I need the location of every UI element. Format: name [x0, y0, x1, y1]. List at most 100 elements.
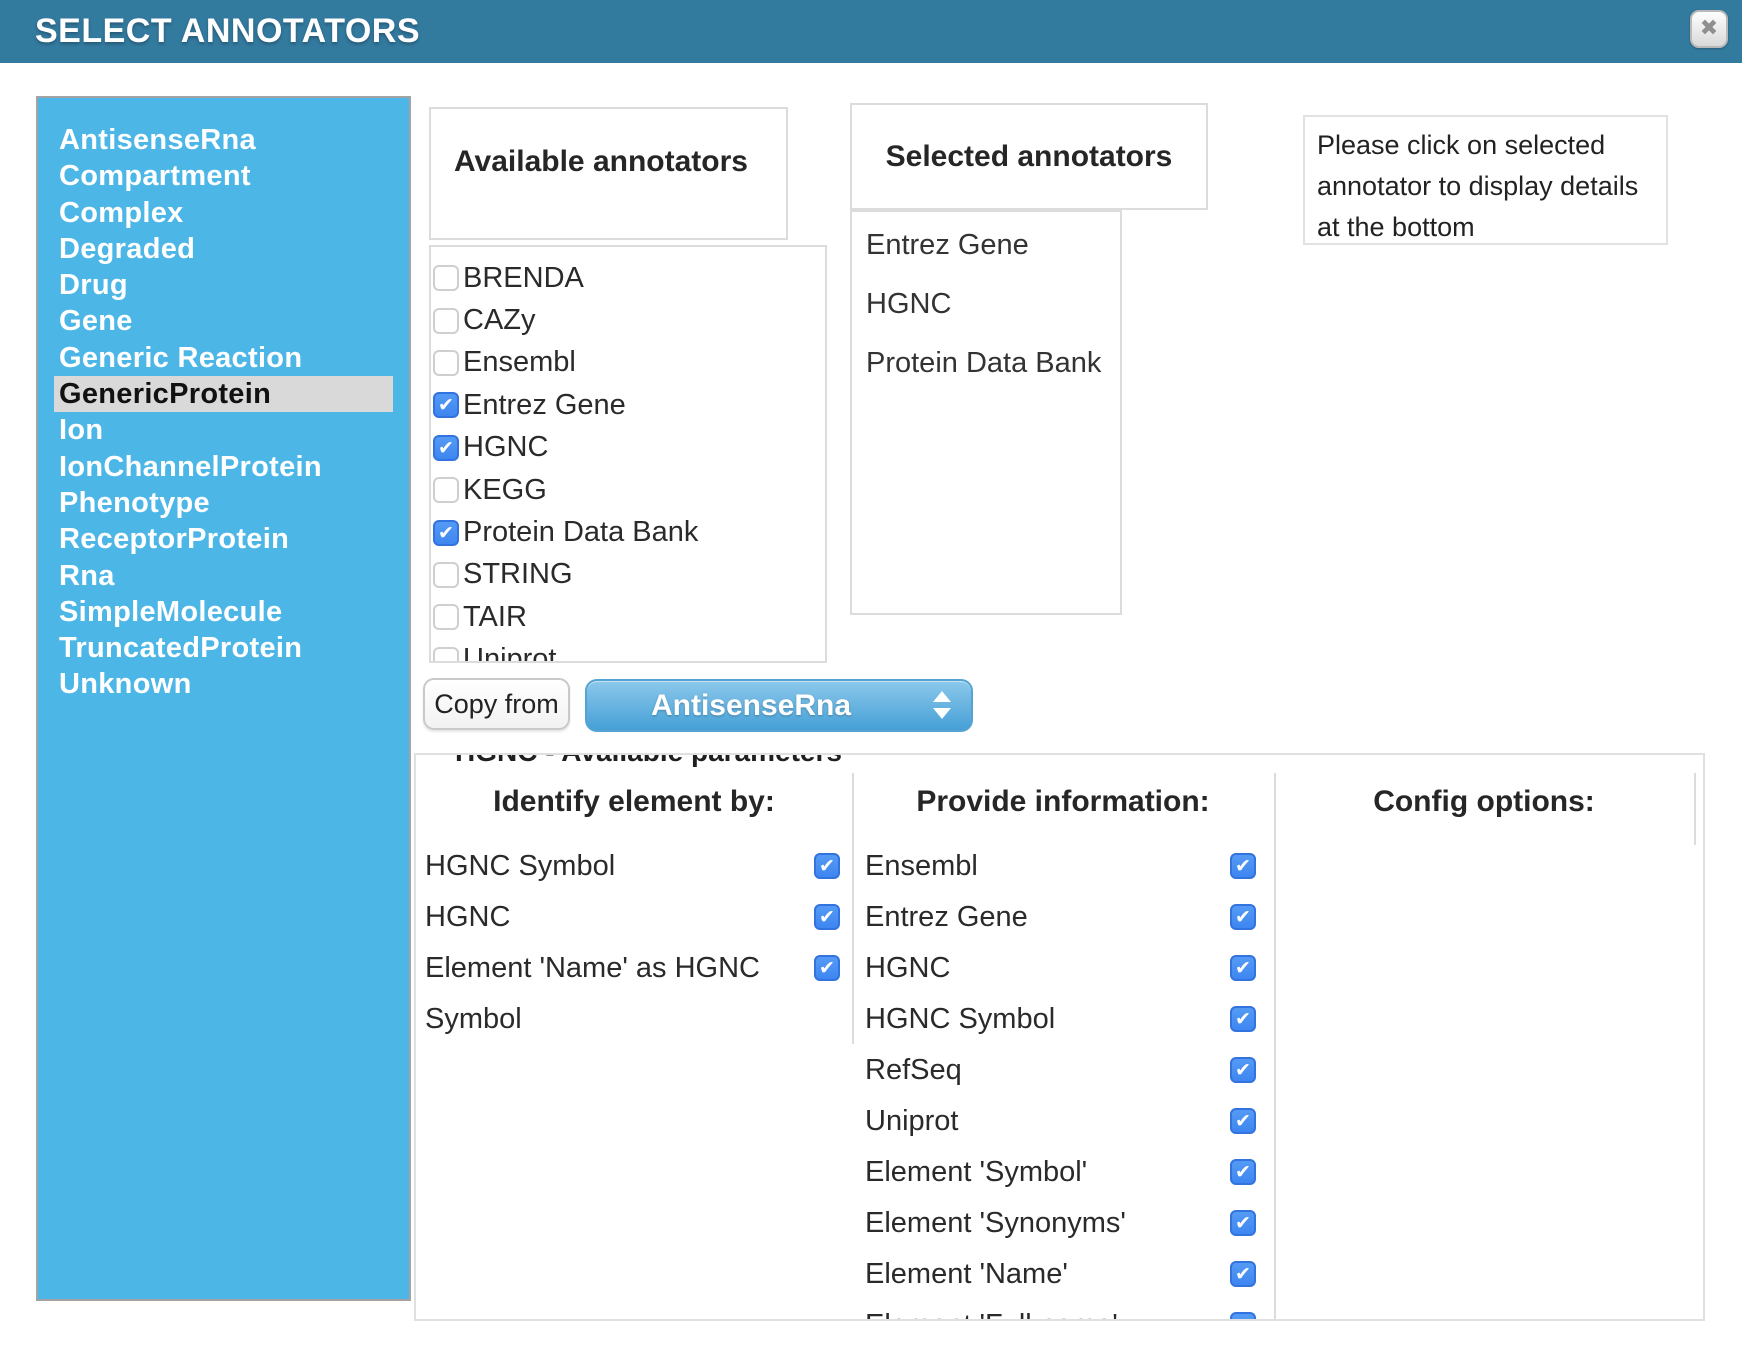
- parameter-checkbox[interactable]: ✔: [1230, 1108, 1256, 1134]
- check-icon: ✔: [1235, 1110, 1251, 1132]
- annotator-checkbox[interactable]: ✔: [433, 520, 459, 546]
- parameter-row: Element 'Synonyms' ✔: [852, 1198, 1274, 1249]
- parameter-checkbox[interactable]: ✔: [1230, 1159, 1256, 1185]
- parameter-label: HGNC Symbol: [852, 994, 1274, 1045]
- arrow-up-icon: [933, 691, 951, 702]
- parameter-label: Ensembl: [852, 841, 1274, 892]
- sidebar-item[interactable]: ReceptorProtein: [54, 521, 393, 557]
- parameter-checkbox[interactable]: ✔: [1230, 1006, 1256, 1032]
- available-annotator-row: ✔ Entrez Gene: [433, 384, 825, 426]
- annotator-checkbox[interactable]: ✔: [433, 604, 459, 630]
- close-button[interactable]: ✖: [1690, 10, 1728, 48]
- selected-annotator-item[interactable]: Entrez Gene: [866, 216, 1120, 275]
- check-icon: ✔: [1235, 1059, 1251, 1081]
- parameter-label: Element 'Name': [852, 1249, 1274, 1300]
- parameter-checkbox[interactable]: ✔: [1230, 955, 1256, 981]
- copy-source-select[interactable]: AntisenseRna: [585, 679, 973, 732]
- sidebar-item[interactable]: Gene: [54, 303, 393, 339]
- parameter-row: RefSeq ✔: [852, 1045, 1274, 1096]
- sidebar-item[interactable]: IonChannelProtein: [54, 449, 393, 485]
- annotator-label: Uniprot: [463, 643, 557, 663]
- column-divider: [1694, 773, 1696, 845]
- parameter-label: HGNC: [852, 943, 1274, 994]
- sidebar-item[interactable]: TruncatedProtein: [54, 630, 393, 666]
- provide-parameters: Ensembl ✔ Entrez Gene ✔ HGNC ✔ HGNC: [852, 841, 1274, 1321]
- parameter-checkbox[interactable]: ✔: [1230, 853, 1256, 879]
- parameter-row: Ensembl ✔: [852, 841, 1274, 892]
- copy-from-button[interactable]: Copy from: [423, 678, 570, 730]
- identify-column-header: Identify element by:: [416, 785, 852, 819]
- parameter-checkbox[interactable]: ✔: [814, 955, 840, 981]
- available-annotator-row: ✔ HGNC: [433, 427, 825, 469]
- parameter-row: HGNC ✔: [416, 892, 852, 943]
- sidebar-item[interactable]: Degraded: [54, 231, 393, 267]
- sidebar-item[interactable]: Ion: [54, 412, 393, 448]
- parameter-row: Uniprot ✔: [852, 1096, 1274, 1147]
- copy-source-value: AntisenseRna: [587, 681, 915, 731]
- available-annotator-row: ✔ STRING: [433, 554, 825, 596]
- annotator-checkbox[interactable]: ✔: [433, 435, 459, 461]
- selected-annotator-item[interactable]: HGNC: [866, 275, 1120, 334]
- sidebar-item[interactable]: Complex: [54, 195, 393, 231]
- sidebar-item[interactable]: Unknown: [54, 666, 393, 702]
- parameter-row: Element 'Name' ✔: [852, 1249, 1274, 1300]
- check-icon: ✔: [1235, 1161, 1251, 1183]
- annotator-checkbox[interactable]: ✔: [433, 308, 459, 334]
- parameter-label: Uniprot: [852, 1096, 1274, 1147]
- parameter-label: RefSeq: [852, 1045, 1274, 1096]
- available-annotator-row: ✔ CAZy: [433, 299, 825, 341]
- parameter-checkbox[interactable]: ✔: [1230, 1312, 1256, 1321]
- available-annotators-title: Available annotators: [429, 107, 788, 240]
- fieldset-legend: HGNC - Available parameters: [442, 753, 855, 768]
- parameter-row: Element 'Symbol' ✔: [852, 1147, 1274, 1198]
- annotator-checkbox[interactable]: ✔: [433, 350, 459, 376]
- parameter-label: Element 'Full name': [852, 1300, 1274, 1321]
- available-annotator-row: ✔ TAIR: [433, 596, 825, 638]
- sidebar-item[interactable]: Generic Reaction: [54, 340, 393, 376]
- parameter-checkbox[interactable]: ✔: [814, 853, 840, 879]
- parameter-checkbox[interactable]: ✔: [1230, 1261, 1256, 1287]
- annotator-checkbox[interactable]: ✔: [433, 265, 459, 291]
- check-icon: ✔: [1235, 906, 1251, 928]
- check-icon: ✔: [1235, 1212, 1251, 1234]
- sidebar-item[interactable]: AntisenseRna: [54, 122, 393, 158]
- annotator-checkbox[interactable]: ✔: [433, 562, 459, 588]
- parameter-checkbox[interactable]: ✔: [1230, 1057, 1256, 1083]
- annotator-checkbox[interactable]: ✔: [433, 392, 459, 418]
- dialog-title: SELECT ANNOTATORS: [35, 0, 420, 63]
- identify-parameters: HGNC Symbol ✔ HGNC ✔ Element 'Name' as H…: [416, 841, 852, 1045]
- selected-annotator-item[interactable]: Protein Data Bank: [866, 334, 1120, 393]
- sidebar-item[interactable]: GenericProtein: [54, 376, 393, 412]
- annotator-checkbox[interactable]: ✔: [433, 477, 459, 503]
- sidebar-item[interactable]: Drug: [54, 267, 393, 303]
- parameter-row: HGNC ✔: [852, 943, 1274, 994]
- annotator-label: CAZy: [463, 304, 536, 337]
- parameter-label: HGNC: [416, 892, 786, 943]
- element-type-list: AntisenseRna Compartment Complex Degrade…: [54, 122, 393, 703]
- sidebar-item[interactable]: Compartment: [54, 158, 393, 194]
- select-arrows-icon: [933, 691, 953, 719]
- parameter-checkbox[interactable]: ✔: [1230, 1210, 1256, 1236]
- sidebar-item[interactable]: Rna: [54, 558, 393, 594]
- available-annotator-row: ✔ BRENDA: [433, 257, 825, 299]
- annotator-label: Protein Data Bank: [463, 516, 698, 549]
- check-icon: ✔: [438, 394, 454, 416]
- check-icon: ✔: [1235, 1008, 1251, 1030]
- annotator-checkbox[interactable]: ✔: [433, 647, 459, 663]
- check-icon: ✔: [1235, 957, 1251, 979]
- sidebar-item[interactable]: SimpleMolecule: [54, 594, 393, 630]
- sidebar-item[interactable]: Phenotype: [54, 485, 393, 521]
- annotator-label: STRING: [463, 558, 573, 591]
- check-icon: ✔: [438, 437, 454, 459]
- check-icon: ✔: [438, 522, 454, 544]
- parameter-checkbox[interactable]: ✔: [1230, 904, 1256, 930]
- check-icon: ✔: [819, 855, 835, 877]
- arrow-down-icon: [933, 708, 951, 719]
- parameter-checkbox[interactable]: ✔: [814, 904, 840, 930]
- available-annotator-row: ✔ Protein Data Bank: [433, 511, 825, 553]
- parameter-row: HGNC Symbol ✔: [416, 841, 852, 892]
- annotator-parameters-fieldset: HGNC - Available parameters Identify ele…: [414, 753, 1705, 1321]
- check-icon: ✔: [1235, 1263, 1251, 1285]
- hint-note: Please click on selected annotator to di…: [1303, 115, 1668, 245]
- config-column-header: Config options:: [1274, 785, 1694, 819]
